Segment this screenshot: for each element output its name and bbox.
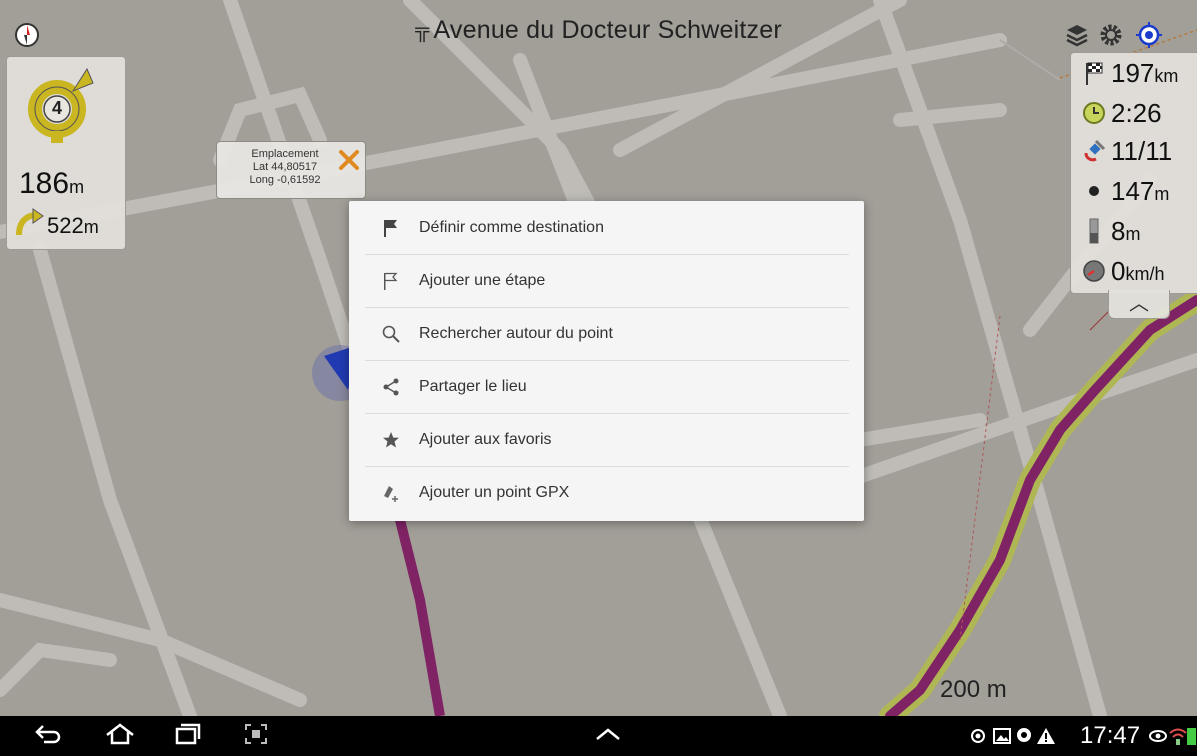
home-button[interactable] <box>100 720 140 752</box>
map-context-menu: Définir comme destination Ajouter une ét… <box>349 201 864 521</box>
star-icon <box>379 428 403 452</box>
next-turn-icon <box>16 208 44 236</box>
eye-icon <box>1149 730 1167 742</box>
menu-item-search-around[interactable]: Rechercher autour du point <box>365 307 849 361</box>
turn-distance: 186m <box>19 167 85 200</box>
exit-number: 4 <box>51 98 62 118</box>
gauge-bar-icon <box>1081 218 1107 244</box>
location-bubble[interactable]: Emplacement Lat 44,80517 Long -0,61592 <box>216 141 366 199</box>
speedometer-icon <box>1081 258 1107 284</box>
recent-apps-button[interactable] <box>168 720 208 752</box>
home-icon <box>105 722 135 750</box>
clock-icon <box>1081 100 1107 126</box>
chevron-up-icon <box>593 726 623 747</box>
menu-item-set-destination[interactable]: Définir comme destination <box>365 201 849 255</box>
my-location-icon[interactable] <box>1136 22 1162 48</box>
altitude-dot-icon <box>1081 178 1107 204</box>
turn-instruction-panel[interactable]: 4 186m 522m <box>6 56 126 250</box>
back-button[interactable] <box>28 720 68 752</box>
info-satellites[interactable]: 11/11 <box>1081 133 1172 169</box>
settings-gear-icon[interactable] <box>1098 22 1124 48</box>
menu-item-add-waypoint[interactable]: Ajouter une étape <box>365 254 849 308</box>
gpx-point-icon <box>379 481 403 505</box>
menu-item-add-gpx-point[interactable]: Ajouter un point GPX <box>365 466 849 519</box>
trip-info-panel[interactable]: 197km 2:26 11/11 147m 8m 0km/h <box>1070 52 1197 294</box>
street-name: ╦ Avenue du Docteur Schweitzer <box>415 16 782 44</box>
layers-icon[interactable] <box>1064 22 1090 48</box>
info-altitude[interactable]: 147m <box>1081 173 1169 209</box>
next-turn-distance: 522m <box>47 213 99 238</box>
app-drawer-button[interactable] <box>588 720 628 752</box>
info-distance[interactable]: 197km <box>1081 55 1178 91</box>
gps-status-icon <box>971 729 985 743</box>
menu-item-share-location[interactable]: Partager le lieu <box>365 360 849 414</box>
checkered-flag-icon <box>1081 60 1107 86</box>
location-title: Emplacement <box>251 148 319 160</box>
recent-apps-icon <box>175 723 201 750</box>
road-sign-icon: ╦ <box>415 19 430 41</box>
info-speed[interactable]: 0km/h <box>1081 253 1164 289</box>
share-icon <box>379 375 403 399</box>
top-bar: ╦ Avenue du Docteur Schweitzer <box>0 8 1197 54</box>
info-time[interactable]: 2:26 <box>1081 95 1162 131</box>
flag-outline-icon <box>379 269 403 293</box>
battery-icon <box>1187 728 1196 745</box>
system-nav-bar: 17:47 <box>0 716 1197 756</box>
flag-filled-icon <box>379 216 403 240</box>
satellite-icon <box>1081 138 1107 164</box>
location-pin-icon <box>1017 728 1031 742</box>
map-scale-label: 200 m <box>940 676 1007 703</box>
status-clock: 17:47 <box>1080 722 1141 749</box>
gallery-notification-icon <box>993 728 1011 744</box>
back-icon <box>34 724 62 749</box>
close-icon[interactable] <box>337 148 361 172</box>
menu-item-add-favorite[interactable]: Ajouter aux favoris <box>365 413 849 467</box>
screenshot-button[interactable] <box>236 720 276 752</box>
search-icon <box>379 322 403 346</box>
wifi-signal-icon <box>1169 728 1187 745</box>
location-long: Long -0,61592 <box>249 174 321 186</box>
chevron-up-icon: ︿ <box>1129 293 1149 315</box>
warning-icon <box>1037 728 1055 744</box>
screenshot-icon <box>244 723 268 750</box>
location-lat: Lat 44,80517 <box>252 161 318 173</box>
collapse-panel-button[interactable]: ︿ <box>1108 290 1170 319</box>
info-accuracy[interactable]: 8m <box>1081 213 1140 249</box>
